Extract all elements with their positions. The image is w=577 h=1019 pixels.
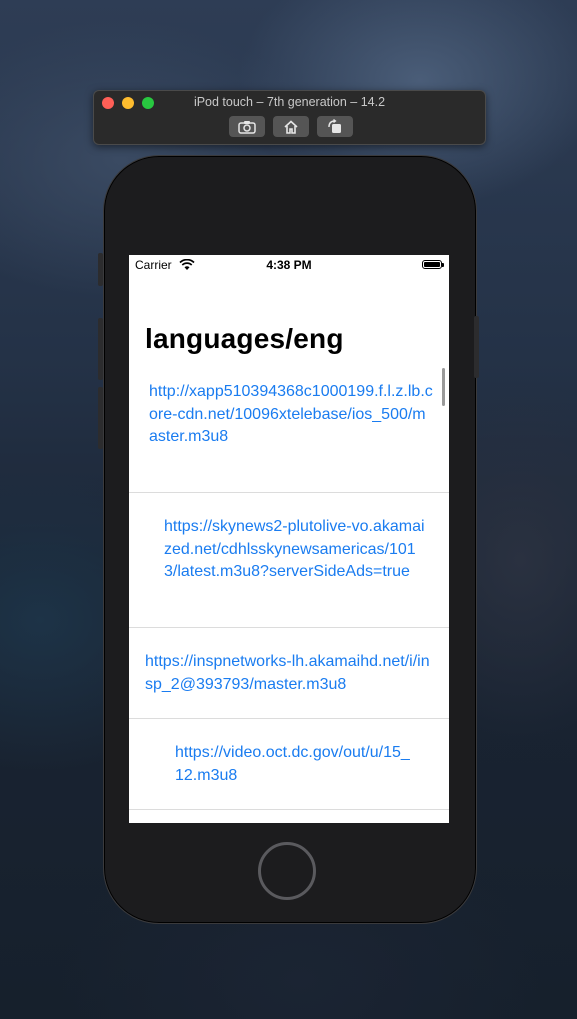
rotate-icon xyxy=(328,119,341,133)
list-item[interactable]: https://skynews2-plutolive-vo.akamaized.… xyxy=(129,493,449,628)
device-screen: Carrier 4:38 PM languages/eng http://xap… xyxy=(129,255,449,823)
device-home-button[interactable] xyxy=(258,842,316,900)
rotate-button[interactable] xyxy=(317,116,353,137)
simulator-title: iPod touch – 7th generation – 14.2 xyxy=(193,95,386,109)
list-item[interactable]: https://inspnetworks-lh.akamaihd.net/i/i… xyxy=(129,628,449,719)
list-item-url[interactable]: https://video.oct.dc.gov/out/u/15_12.m3u… xyxy=(175,742,415,787)
list-item-url[interactable]: http://xapp510394368c1000199.f.l.z.lb.co… xyxy=(149,381,434,449)
screenshot-icon xyxy=(238,120,256,134)
list-item-url[interactable]: https://skynews2-plutolive-vo.akamaized.… xyxy=(164,516,426,584)
url-list: http://xapp510394368c1000199.f.l.z.lb.co… xyxy=(129,367,449,810)
page-title: languages/eng xyxy=(145,323,344,354)
volume-down-button xyxy=(98,387,103,449)
home-button[interactable] xyxy=(273,116,309,137)
silent-switch xyxy=(98,253,103,286)
list-item-url[interactable]: https://inspnetworks-lh.akamaihd.net/i/i… xyxy=(145,651,437,696)
simulator-title-bar: iPod touch – 7th generation – 14.2 xyxy=(93,90,486,145)
home-icon xyxy=(284,119,298,134)
list-item[interactable]: http://xapp510394368c1000199.f.l.z.lb.co… xyxy=(129,367,449,493)
battery-icon xyxy=(422,260,444,269)
power-button xyxy=(474,316,479,378)
status-bar: Carrier 4:38 PM xyxy=(129,255,449,275)
volume-up-button xyxy=(98,318,103,380)
screenshot-button[interactable] xyxy=(229,116,265,137)
status-time: 4:38 PM xyxy=(266,258,312,272)
list-item[interactable]: https://video.oct.dc.gov/out/u/15_12.m3u… xyxy=(129,719,449,810)
